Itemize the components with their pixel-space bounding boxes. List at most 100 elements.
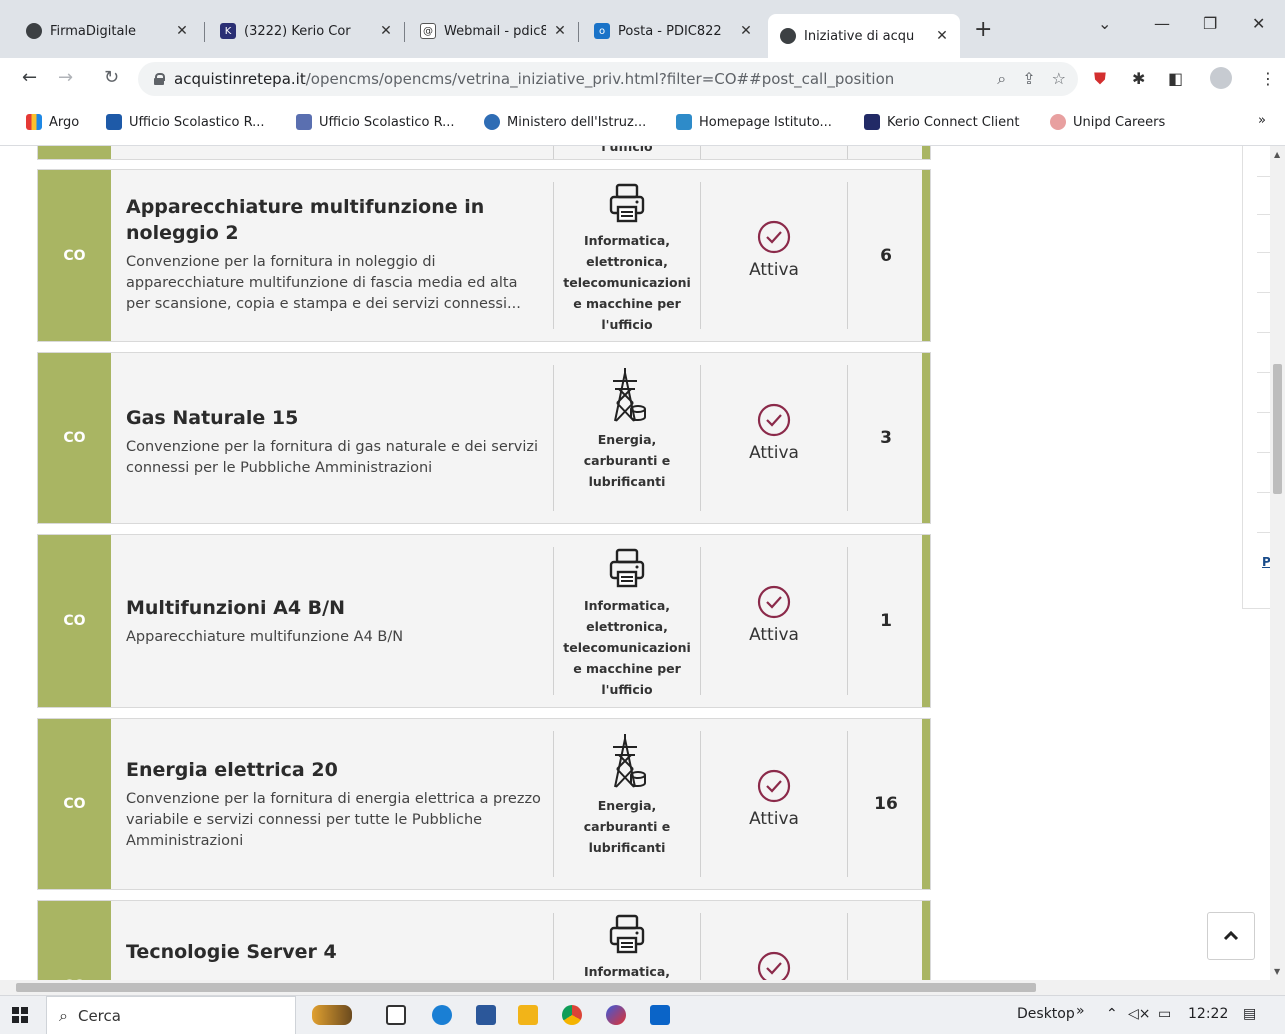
horizontal-scroll-thumb[interactable]: [16, 983, 1036, 992]
volume-muted-icon[interactable]: ◁×: [1128, 1006, 1151, 1022]
initiative-description: Convenzione per la fornitura in noleggio…: [126, 254, 521, 312]
scroll-up-arrow-icon[interactable]: ▲: [1274, 150, 1280, 159]
status-label: Attiva: [749, 625, 799, 645]
zoom-icon[interactable]: ⌕: [997, 69, 1006, 89]
tab-search-icon[interactable]: ⌄: [1098, 14, 1111, 33]
tab-posta[interactable]: o Posta - PDIC822 ✕: [582, 14, 764, 48]
outlook-icon[interactable]: [650, 1005, 670, 1025]
close-tab-icon[interactable]: ✕: [934, 28, 950, 44]
new-tab-button[interactable]: +: [974, 17, 992, 42]
clock[interactable]: 12:22: [1188, 1006, 1228, 1022]
initiative-title[interactable]: Energia elettrica 20: [126, 757, 546, 783]
tab-iniziative[interactable]: Iniziative di acqu ✕: [768, 14, 960, 58]
usr-icon: [106, 114, 122, 130]
istituto-icon: [676, 114, 692, 130]
table-row[interactable]: CO Multifunzioni A4 B/N Apparecchiature …: [37, 534, 931, 708]
status-label: Attiva: [749, 260, 799, 280]
horizontal-scrollbar[interactable]: [0, 980, 1285, 995]
energy-pylon-icon: [613, 368, 646, 422]
toolbar-expand-icon[interactable]: »: [1076, 1003, 1085, 1019]
side-filter-panel: [1242, 146, 1270, 609]
table-row[interactable]: CO Tecnologie Server 4 Informatica,: [37, 900, 931, 980]
chrome-icon[interactable]: [562, 1005, 582, 1025]
webmail-icon: @: [420, 23, 436, 39]
close-tab-icon[interactable]: ✕: [738, 23, 754, 39]
table-row-partial[interactable]: l'ufficio: [37, 146, 931, 160]
status-cell: Attiva: [701, 353, 847, 523]
bookmark-argo[interactable]: Argo: [26, 114, 79, 130]
tab-firmadigitale[interactable]: FirmaDigitale ✕: [14, 14, 200, 48]
close-tab-icon[interactable]: ✕: [174, 23, 190, 39]
tab-kerio[interactable]: K (3222) Kerio Cor ✕: [208, 14, 404, 48]
initiative-title[interactable]: Apparecchiature multifunzione in noleggi…: [126, 194, 546, 246]
kerio-icon: K: [220, 23, 236, 39]
bookmark-star-icon[interactable]: ☆: [1052, 69, 1066, 89]
minimize-button[interactable]: —: [1154, 14, 1170, 33]
scroll-down-arrow-icon[interactable]: ▼: [1274, 967, 1280, 976]
reload-icon[interactable]: ↻: [104, 67, 119, 88]
category-cell: Energia, carburanti e lubrificanti: [553, 731, 701, 877]
table-row[interactable]: CO Energia elettrica 20 Convenzione per …: [37, 718, 931, 890]
network-icon[interactable]: ▭: [1158, 1006, 1171, 1022]
category-cell: Informatica, elettronica, telecomunicazi…: [553, 182, 701, 332]
scroll-to-top-button[interactable]: [1207, 912, 1255, 960]
bookmarks-overflow-button[interactable]: »: [1258, 113, 1266, 128]
file-explorer-icon[interactable]: [518, 1005, 538, 1025]
task-view-icon[interactable]: [386, 1005, 406, 1025]
vertical-scroll-thumb[interactable]: [1273, 364, 1282, 494]
side-panel-icon[interactable]: ◧: [1168, 69, 1183, 88]
initiative-title[interactable]: Gas Naturale 15: [126, 405, 546, 431]
status-label: Attiva: [749, 809, 799, 829]
outlook-icon: o: [594, 23, 610, 39]
bookmark-usr-2[interactable]: Ufficio Scolastico R...: [296, 114, 455, 130]
windows-start-icon[interactable]: [12, 1007, 28, 1023]
initiative-description: Convenzione per la fornitura di gas natu…: [126, 439, 538, 476]
vertical-scrollbar[interactable]: ▲ ▼: [1270, 146, 1285, 980]
notifications-icon[interactable]: ▤: [1243, 1006, 1256, 1022]
forward-icon[interactable]: →: [58, 67, 73, 88]
tray-chevron-icon[interactable]: ⌃: [1106, 1006, 1118, 1022]
type-badge: CO: [38, 353, 111, 523]
initiative-title[interactable]: Multifunzioni A4 B/N: [126, 595, 546, 621]
url-host: acquistinretepa.it: [174, 70, 306, 88]
table-row[interactable]: CO Gas Naturale 15 Convenzione per la fo…: [37, 352, 931, 524]
ministero-icon: [484, 114, 500, 130]
check-circle-icon: [757, 403, 791, 437]
back-icon[interactable]: ←: [22, 67, 37, 88]
side-panel-link[interactable]: Pl: [1262, 555, 1270, 569]
address-bar[interactable]: acquistinretepa.it/opencms/opencms/vetri…: [138, 62, 1078, 96]
type-badge: CO: [38, 901, 111, 980]
url-path: /opencms/opencms/vetrina_iniziative_priv…: [305, 70, 895, 88]
check-circle-icon: [757, 585, 791, 619]
trumpet-widget-icon[interactable]: [312, 1005, 352, 1025]
bookmark-usr-1[interactable]: Ufficio Scolastico R...: [106, 114, 265, 130]
close-window-button[interactable]: ✕: [1252, 14, 1265, 33]
shield-extension-icon[interactable]: ⛊: [1094, 69, 1106, 89]
word-icon[interactable]: [476, 1005, 496, 1025]
desktop-toolbar-label[interactable]: Desktop: [1017, 1006, 1075, 1022]
tab-webmail[interactable]: @ Webmail - pdic8 ✕: [408, 14, 578, 48]
menu-kebab-icon[interactable]: ⋮: [1260, 69, 1276, 88]
restore-button[interactable]: ❐: [1203, 14, 1217, 33]
close-tab-icon[interactable]: ✕: [378, 23, 394, 39]
edge-icon[interactable]: [432, 1005, 452, 1025]
bookmark-unipd[interactable]: Unipd Careers: [1050, 114, 1165, 130]
bookmark-homepage-istituto[interactable]: Homepage Istituto...: [676, 114, 832, 130]
chevron-up-icon: [1223, 931, 1239, 941]
windows-taskbar: ⌕ Cerca Desktop » ⌃ ◁× ▭ 12:22 ▤: [0, 995, 1285, 1034]
initiative-title[interactable]: Tecnologie Server 4: [126, 939, 546, 965]
app-icon[interactable]: [606, 1005, 626, 1025]
bookmark-kerio[interactable]: Kerio Connect Client: [864, 114, 1019, 130]
table-row[interactable]: CO Apparecchiature multifunzione in nole…: [37, 169, 931, 342]
extensions-puzzle-icon[interactable]: ✱: [1132, 69, 1145, 88]
close-tab-icon[interactable]: ✕: [552, 23, 568, 39]
unipd-icon: [1050, 114, 1066, 130]
bookmark-ministero[interactable]: Ministero dell'Istruz...: [484, 114, 646, 130]
profile-avatar-icon[interactable]: [1210, 67, 1232, 89]
taskbar-search-input[interactable]: ⌕ Cerca: [46, 996, 296, 1034]
type-badge: [38, 146, 111, 159]
usr-icon: [296, 114, 312, 130]
category-cell: Energia, carburanti e lubrificanti: [553, 365, 701, 511]
share-icon[interactable]: ⇪: [1022, 69, 1035, 89]
count-value: 1: [847, 547, 924, 695]
